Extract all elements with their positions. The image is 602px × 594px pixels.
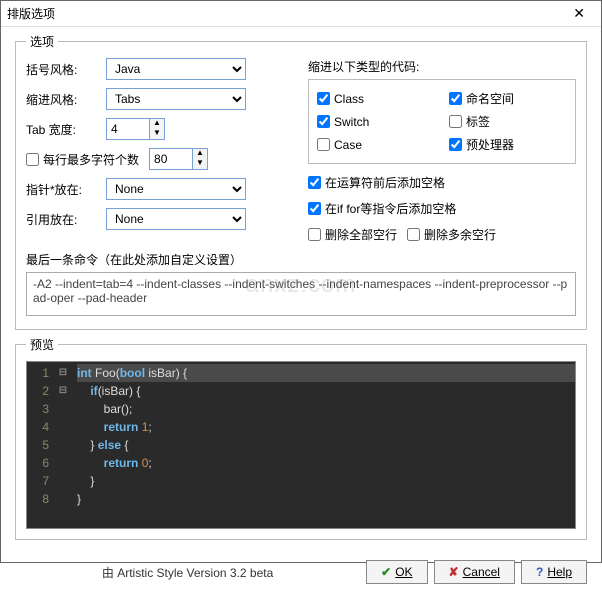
fold-column: ⊟⊟	[55, 362, 71, 528]
indent-types-box: Class 命名空间 Switch 标签 Case 预处理器	[308, 79, 576, 164]
ok-button[interactable]: ✔OK	[366, 560, 427, 584]
check-icon: ✔	[381, 565, 391, 579]
indent-style-label: 缩进风格:	[26, 91, 106, 108]
pointer-label: 指针*放在:	[26, 181, 106, 198]
credit-text: 由 Artistic Style Version 3.2 beta	[15, 564, 360, 581]
options-group: 选项 括号风格: Java 缩进风格: Tabs Tab 宽度: ▲▼	[15, 33, 587, 330]
pad-header-checkbox[interactable]: 在if for等指令后添加空格	[308, 200, 456, 217]
help-button[interactable]: ?Help	[521, 560, 587, 584]
titlebar: 排版选项 ✕	[1, 1, 601, 27]
close-icon[interactable]: ✕	[563, 5, 595, 22]
case-checkbox[interactable]: Case	[317, 136, 425, 153]
max-chars-label: 每行最多字符个数	[43, 151, 139, 168]
fold-icon[interactable]: ⊟	[55, 364, 71, 382]
last-cmd-label: 最后一条命令（在此处添加自定义设置）	[26, 251, 576, 268]
footer: 由 Artistic Style Version 3.2 beta ✔OK ✘C…	[1, 554, 601, 594]
preprocessor-checkbox[interactable]: 预处理器	[449, 136, 557, 153]
max-chars-checkbox[interactable]: 每行最多字符个数	[26, 151, 139, 168]
indent-types-label: 缩进以下类型的代码:	[308, 58, 576, 75]
pad-oper-checkbox[interactable]: 在运算符前后添加空格	[308, 174, 445, 191]
class-checkbox[interactable]: Class	[317, 90, 425, 107]
spin-down-icon[interactable]: ▼	[193, 159, 207, 169]
indent-style-select[interactable]: Tabs	[106, 88, 246, 110]
brace-style-select[interactable]: Java	[106, 58, 246, 80]
max-chars-input[interactable]	[149, 148, 193, 170]
label-checkbox[interactable]: 标签	[449, 113, 557, 130]
tab-width-input[interactable]	[106, 118, 150, 140]
namespace-checkbox[interactable]: 命名空间	[449, 90, 557, 107]
code-body: int Foo(bool isBar) { if(isBar) { bar();…	[71, 362, 575, 528]
window-title: 排版选项	[7, 5, 563, 22]
content-area: 选项 括号风格: Java 缩进风格: Tabs Tab 宽度: ▲▼	[1, 27, 601, 554]
x-icon: ✘	[449, 565, 459, 579]
reference-select[interactable]: None	[106, 208, 246, 230]
spin-down-icon[interactable]: ▼	[150, 129, 164, 139]
tab-width-spinner[interactable]: ▲▼	[106, 118, 165, 140]
code-editor[interactable]: 12345678 ⊟⊟ int Foo(bool isBar) { if(isB…	[26, 361, 576, 529]
switch-checkbox[interactable]: Switch	[317, 113, 425, 130]
options-legend: 选项	[26, 33, 58, 50]
help-icon: ?	[536, 565, 543, 579]
line-gutter: 12345678	[27, 362, 55, 528]
pointer-select[interactable]: None	[106, 178, 246, 200]
fold-icon[interactable]: ⊟	[55, 382, 71, 400]
brace-style-label: 括号风格:	[26, 61, 106, 78]
preview-group: 预览 12345678 ⊟⊟ int Foo(bool isBar) { if(…	[15, 336, 587, 540]
cancel-button[interactable]: ✘Cancel	[434, 560, 515, 584]
reference-label: 引用放在:	[26, 211, 106, 228]
del-all-blank-checkbox[interactable]: 删除全部空行	[308, 226, 397, 243]
cmd-text-input[interactable]: -A2 --indent=tab=4 --indent-classes --in…	[26, 272, 576, 316]
del-extra-blank-checkbox[interactable]: 删除多余空行	[407, 226, 496, 243]
tab-width-label: Tab 宽度:	[26, 121, 106, 138]
max-chars-spinner[interactable]: ▲▼	[149, 148, 208, 170]
preview-legend: 预览	[26, 336, 58, 353]
